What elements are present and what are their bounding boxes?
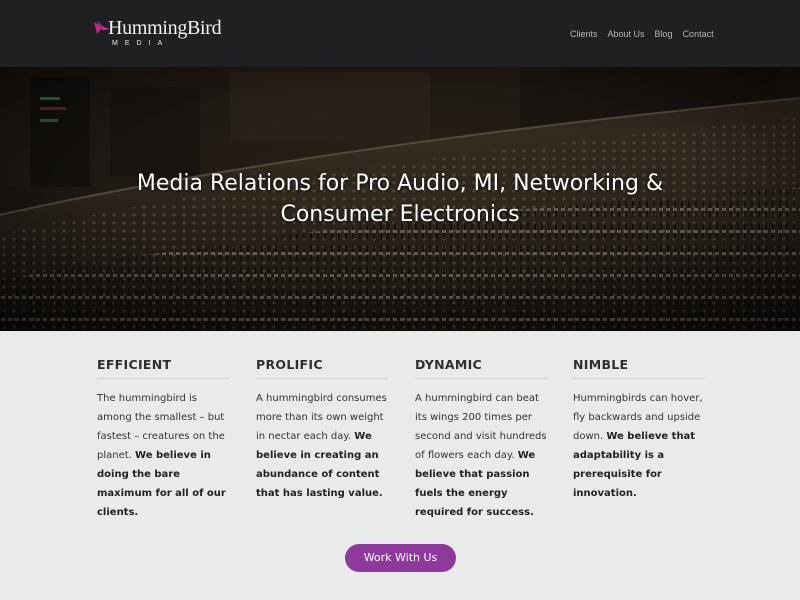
feature-heading: EFFICIENT xyxy=(97,357,229,379)
brand-name: HummingBird xyxy=(108,17,222,39)
feature-text: The hummingbird is among the smallest – … xyxy=(97,393,226,518)
feature-heading: NIMBLE xyxy=(573,357,705,379)
hero-title: Media Relations for Pro Audio, MI, Netwo… xyxy=(0,168,800,230)
site-header: HummingBird MEDIA Clients About Us Blog … xyxy=(0,0,800,67)
feature-efficient: EFFICIENT The hummingbird is among the s… xyxy=(97,357,229,522)
nav-item-about-us[interactable]: About Us xyxy=(608,29,645,39)
hero-banner: Media Relations for Pro Audio, MI, Netwo… xyxy=(0,67,800,331)
features-section: EFFICIENT The hummingbird is among the s… xyxy=(97,357,707,518)
feature-nimble: NIMBLE Hummingbirds can hover, fly backw… xyxy=(573,357,705,503)
nav-item-contact[interactable]: Contact xyxy=(683,29,714,39)
hero-title-line-1: Media Relations for Pro Audio, MI, Netwo… xyxy=(136,171,664,196)
feature-text: Hummingbirds can hover, fly backwards an… xyxy=(573,393,703,499)
hero-title-line-2: Consumer Electronics xyxy=(280,202,520,227)
main-nav: Clients About Us Blog Contact xyxy=(570,29,714,39)
feature-heading: DYNAMIC xyxy=(415,357,547,379)
work-with-us-button[interactable]: Work With Us xyxy=(345,544,456,572)
feature-dynamic: DYNAMIC A hummingbird can beat its wings… xyxy=(415,357,547,522)
brand-logo[interactable]: HummingBird MEDIA xyxy=(94,16,224,52)
feature-prolific: PROLIFIC A hummingbird consumes more tha… xyxy=(256,357,388,503)
nav-item-clients[interactable]: Clients xyxy=(570,29,598,39)
feature-text: A hummingbird can beat its wings 200 tim… xyxy=(415,393,547,518)
brand-subtitle: MEDIA xyxy=(112,40,170,47)
nav-item-blog[interactable]: Blog xyxy=(655,29,673,39)
feature-text: A hummingbird consumes more than its own… xyxy=(256,393,387,499)
feature-heading: PROLIFIC xyxy=(256,357,388,379)
